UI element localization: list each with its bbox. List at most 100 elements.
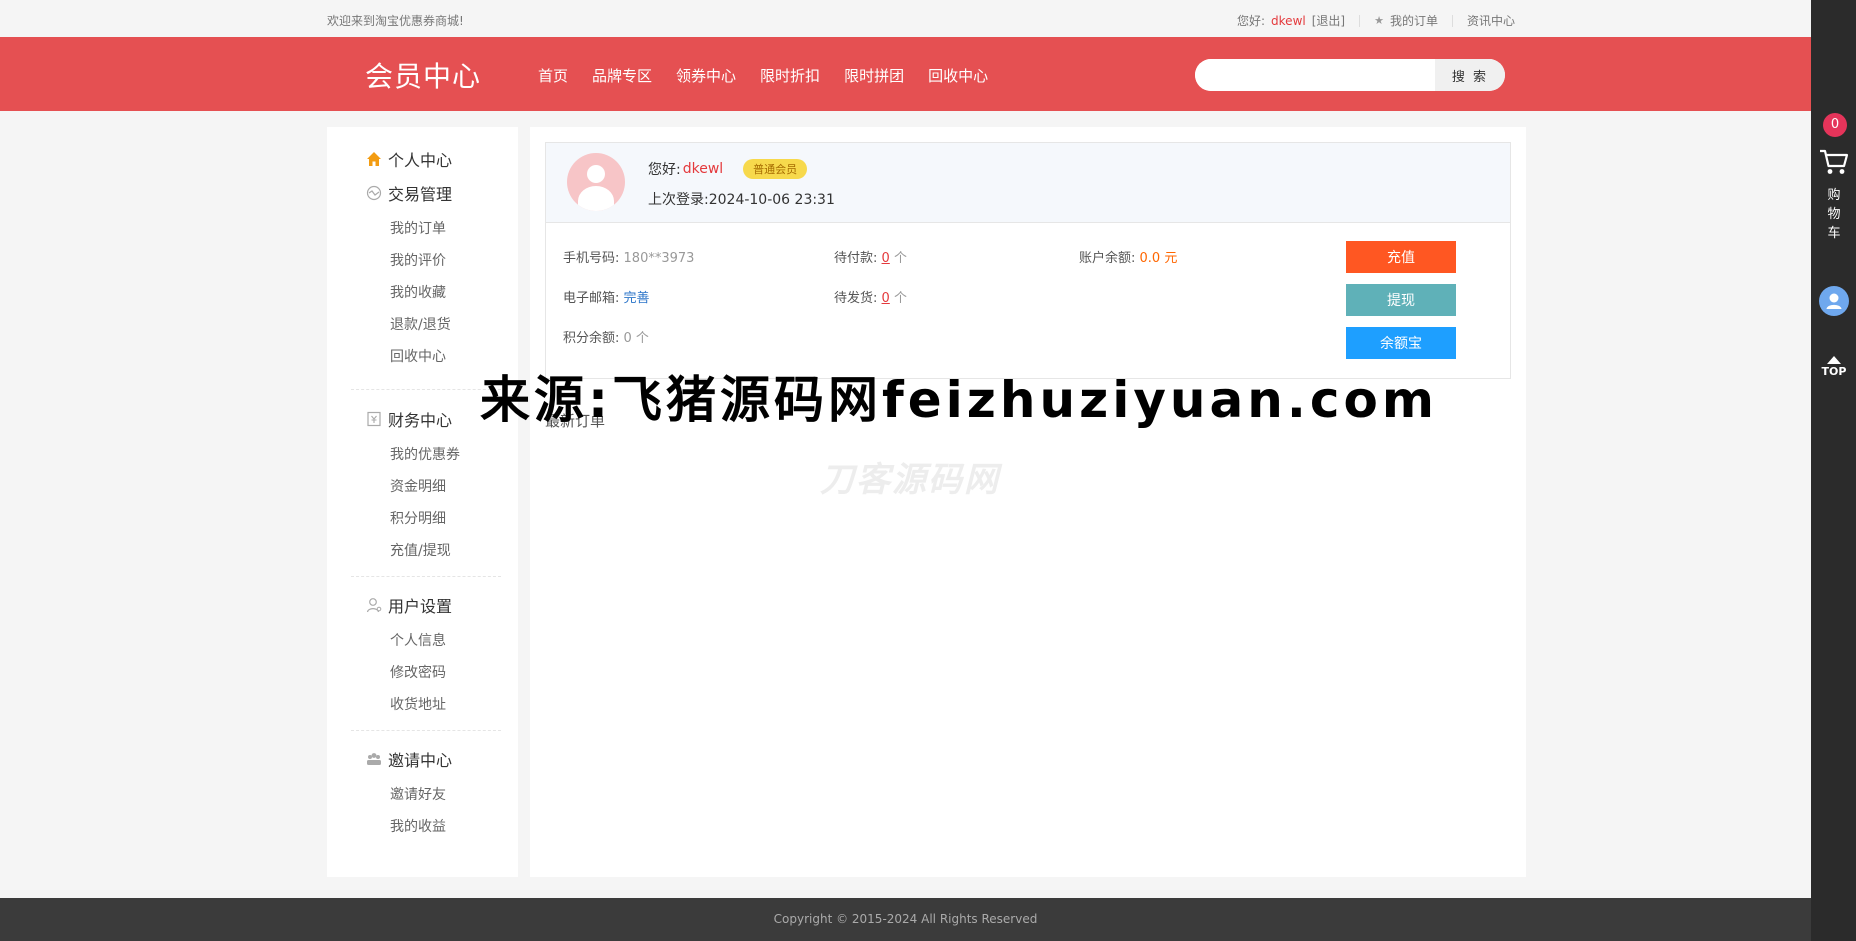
cart-count-badge: 0	[1823, 113, 1847, 137]
header: 会员中心 首页 品牌专区 领券中心 限时折扣 限时拼团 回收中心 搜 索	[0, 37, 1811, 111]
balance-value: 0.0 元	[1139, 251, 1178, 266]
welcome-text: 欢迎来到淘宝优惠券商城!	[327, 14, 464, 28]
account-card: 您好: dkewl 普通会员 上次登录:2024-10-06 23:31 手机号…	[545, 142, 1511, 379]
sidebar-item-my-coupons[interactable]: 我的优惠券	[390, 444, 460, 464]
sidebar-personal-center[interactable]: 个人中心	[366, 147, 452, 171]
divider	[351, 389, 501, 390]
phone-row: 手机号码: 180**3973	[563, 247, 694, 266]
pending-pay-count[interactable]: 0	[882, 251, 890, 266]
avatar[interactable]	[567, 153, 625, 211]
member-level-badge: 普通会员	[743, 159, 808, 179]
email-label: 电子邮箱:	[563, 291, 620, 306]
sidebar-item-recycle[interactable]: 回收中心	[390, 346, 446, 366]
top-bar-right: 您好: dkewl [退出] ★ 我的订单 资讯中心	[1237, 12, 1515, 29]
sidebar-trade-label: 交易管理	[388, 185, 453, 204]
nav-group-buy[interactable]: 限时拼团	[844, 65, 904, 86]
sidebar-invite-title: 邀请中心	[366, 747, 452, 771]
sidebar-item-invite-friends[interactable]: 邀请好友	[390, 784, 446, 804]
avatar-head	[587, 165, 605, 183]
avatar-body	[578, 186, 614, 211]
finance-icon	[367, 411, 381, 427]
user-service-icon[interactable]	[1819, 286, 1849, 316]
top-username-link[interactable]: dkewl	[1271, 14, 1306, 28]
main-nav: 首页 品牌专区 领券中心 限时折扣 限时拼团 回收中心	[538, 65, 988, 86]
recharge-button[interactable]: 充值	[1346, 241, 1456, 273]
balance-row: 账户余额: 0.0 元	[1079, 247, 1177, 266]
points-label: 积分余额:	[563, 331, 620, 346]
nav-coupon[interactable]: 领券中心	[676, 65, 736, 86]
user-icon	[1826, 293, 1842, 309]
pending-pay-label: 待付款:	[834, 251, 878, 266]
cart-label[interactable]: 购物车	[1824, 186, 1844, 243]
pending-pay-row: 待付款: 0 个	[834, 247, 907, 266]
divider	[1451, 14, 1453, 27]
cart-icon[interactable]	[1819, 148, 1849, 176]
points-value: 0 个	[623, 331, 649, 346]
sidebar-item-points-details[interactable]: 积分明细	[390, 508, 446, 528]
back-to-top-button[interactable]: TOP	[1818, 356, 1850, 378]
profile-greeting: 您好: dkewl 普通会员	[648, 159, 808, 179]
nav-discount[interactable]: 限时折扣	[760, 65, 820, 86]
profile-username: dkewl	[682, 161, 724, 177]
pending-ship-row: 待发货: 0 个	[834, 287, 907, 306]
yeb-button[interactable]: 余额宝	[1346, 327, 1456, 359]
top-bar: 欢迎来到淘宝优惠券商城! 您好: dkewl [退出] ★ 我的订单 资讯中心	[0, 0, 1811, 37]
footer: Copyright © 2015-2024 All Rights Reserve…	[0, 898, 1811, 941]
trade-icon	[366, 185, 382, 201]
last-login-label: 上次登录:	[648, 192, 709, 208]
divider	[351, 576, 501, 577]
profile-hello-label: 您好:	[648, 162, 681, 178]
sidebar: 个人中心 交易管理 我的订单 我的评价 我的收藏 退款/退货 回收中心 财务中心…	[327, 127, 518, 877]
pending-ship-unit: 个	[893, 291, 907, 306]
nav-home[interactable]: 首页	[538, 65, 568, 86]
sidebar-item-shipping-address[interactable]: 收货地址	[390, 694, 446, 714]
sidebar-personal-center-label: 个人中心	[388, 151, 453, 170]
profile-header: 您好: dkewl 普通会员 上次登录:2024-10-06 23:31	[546, 143, 1510, 223]
pending-ship-label: 待发货:	[834, 291, 878, 306]
sidebar-item-my-reviews[interactable]: 我的评价	[390, 250, 446, 270]
group-icon	[367, 753, 381, 765]
sidebar-item-my-favorites[interactable]: 我的收藏	[390, 282, 446, 302]
main-content: 您好: dkewl 普通会员 上次登录:2024-10-06 23:31 手机号…	[530, 127, 1526, 877]
pending-pay-unit: 个	[893, 251, 907, 266]
search-input[interactable]	[1195, 59, 1435, 91]
copyright: Copyright © 2015-2024 All Rights Reserve…	[773, 912, 1038, 926]
divider	[1359, 14, 1361, 27]
sidebar-invite-label: 邀请中心	[388, 751, 453, 770]
source-watermark: 来源:飞猪源码网feizhuziyuan.com	[480, 371, 1438, 429]
withdraw-button[interactable]: 提现	[1346, 284, 1456, 316]
search-box: 搜 索	[1195, 59, 1505, 91]
logo[interactable]: 会员中心	[365, 55, 481, 95]
sidebar-item-personal-info[interactable]: 个人信息	[390, 630, 446, 650]
phone-label: 手机号码:	[563, 251, 620, 266]
pending-ship-count[interactable]: 0	[882, 291, 890, 306]
sidebar-item-refund[interactable]: 退款/退货	[390, 314, 451, 334]
hello-text: 您好:	[1237, 14, 1266, 28]
nav-recycle[interactable]: 回收中心	[928, 65, 988, 86]
sidebar-item-change-password[interactable]: 修改密码	[390, 662, 446, 682]
points-row: 积分余额: 0 个	[563, 327, 649, 346]
up-arrow-icon	[1827, 356, 1841, 364]
sidebar-item-my-orders[interactable]: 我的订单	[390, 218, 446, 238]
logout-link[interactable]: [退出]	[1312, 12, 1345, 29]
sidebar-finance-label: 财务中心	[388, 411, 453, 430]
my-orders-link[interactable]: 我的订单	[1390, 12, 1438, 29]
sidebar-trade-title: 交易管理	[366, 181, 452, 205]
balance-label: 账户余额:	[1079, 251, 1136, 266]
divider	[351, 730, 501, 731]
sidebar-settings-label: 用户设置	[388, 597, 453, 616]
sidebar-item-fund-details[interactable]: 资金明细	[390, 476, 446, 496]
sidebar-item-my-earnings[interactable]: 我的收益	[390, 816, 446, 836]
sidebar-settings-title: 用户设置	[366, 593, 452, 617]
last-login-value: 2024-10-06 23:31	[708, 192, 835, 208]
user-settings-icon	[366, 598, 382, 613]
search-button[interactable]: 搜 索	[1435, 59, 1505, 91]
home-icon	[367, 152, 381, 166]
phone-value: 180**3973	[623, 251, 695, 266]
sidebar-item-recharge-withdraw[interactable]: 充值/提现	[390, 540, 451, 560]
news-center-link[interactable]: 资讯中心	[1467, 12, 1515, 29]
faint-watermark: 刀客源码网	[820, 460, 1000, 500]
sidebar-finance-title: 财务中心	[366, 407, 452, 431]
nav-brand[interactable]: 品牌专区	[592, 65, 652, 86]
email-complete-link[interactable]: 完善	[624, 291, 650, 306]
